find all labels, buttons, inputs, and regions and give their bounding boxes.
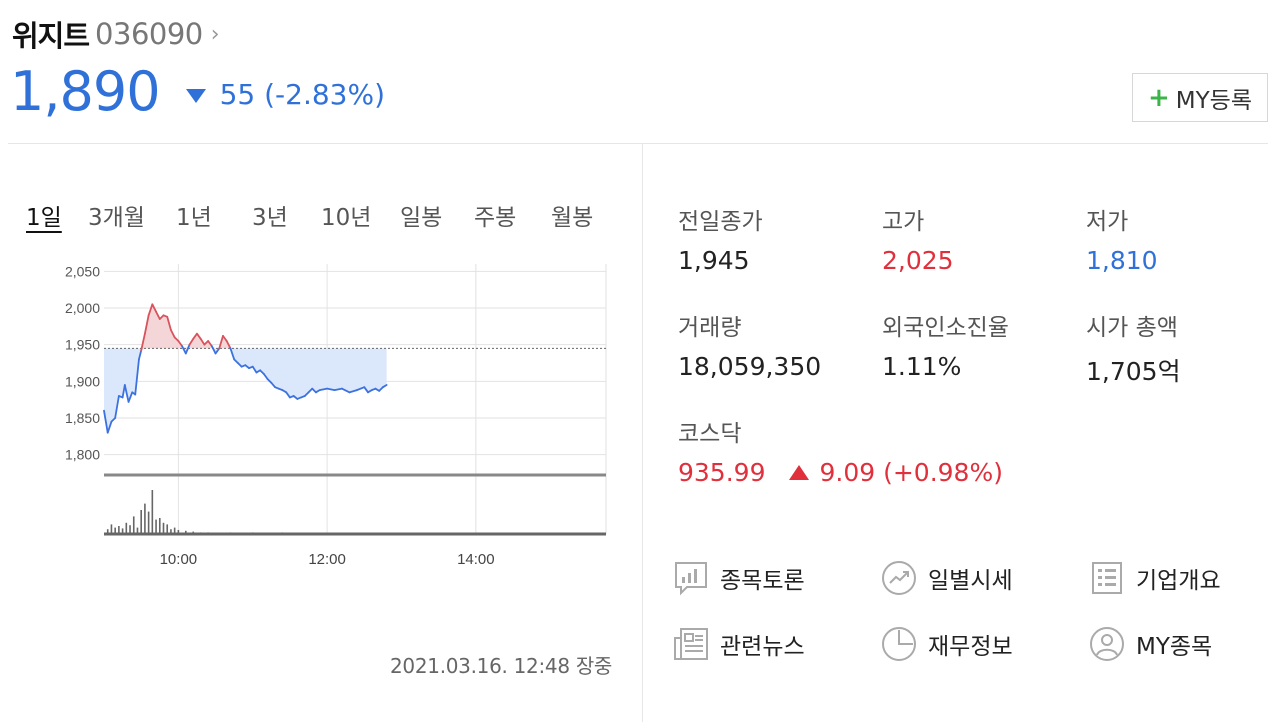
divider [642, 144, 643, 722]
stat-label: 시가 총액 [1086, 315, 1178, 341]
x-tick-label: 14:00 [457, 551, 495, 568]
stat-foreign-rate: 외국인소진율 1.11% [882, 308, 1009, 381]
intraday-chart-svg: 2,050 2,000 1,950 1,900 1,850 1,800 10:00 12:00… [65, 263, 607, 568]
newspaper-icon [672, 625, 710, 663]
stat-low: 저가 1,810 [1086, 202, 1158, 275]
volume-bar [151, 490, 154, 534]
stock-code[interactable]: 036090 [95, 17, 203, 51]
stat-label: 거래량 [678, 315, 742, 341]
current-price: 1,890 [10, 59, 161, 123]
y-tick-label: 1,950 [65, 337, 100, 353]
discussion-chart-icon [672, 559, 710, 597]
up-triangle-icon [789, 465, 810, 480]
volume-bar [158, 518, 161, 534]
pie-chart-icon [880, 625, 918, 663]
chevron-right-icon[interactable]: › [211, 22, 220, 47]
stat-high: 고가 2,025 [882, 202, 954, 275]
y-tick-label: 2,000 [65, 300, 100, 316]
list-doc-icon [1088, 559, 1126, 597]
link-daily-price[interactable]: 일별시세 [880, 559, 1013, 597]
link-related-news[interactable]: 관련뉴스 [672, 625, 805, 663]
plus-icon: + [1147, 82, 1170, 113]
price-change: 55 (-2.83%) [219, 77, 386, 111]
link-label: 기업개요 [1136, 568, 1221, 594]
volume-bar [162, 522, 165, 534]
tab-3years[interactable]: 3년 [252, 198, 288, 232]
x-tick-label: 10:00 [160, 551, 198, 568]
stat-value: 18,059,350 [678, 352, 822, 381]
link-label: MY종목 [1136, 634, 1213, 660]
volume-bar [132, 516, 135, 534]
y-tick-label: 2,050 [65, 263, 100, 279]
my-register-label: MY등록 [1175, 87, 1252, 114]
stat-label[interactable]: 코스닥 [678, 414, 1003, 448]
volume-bar [155, 519, 157, 534]
stat-label: 외국인소진율 [882, 315, 1009, 341]
user-circle-icon [1088, 625, 1126, 663]
stat-label: 저가 [1086, 209, 1129, 235]
stat-label: 전일종가 [678, 209, 763, 235]
stat-value: 1,810 [1086, 246, 1158, 275]
stat-kosdaq: 코스닥 935.99 9.09 (+0.98%) [678, 414, 1003, 487]
link-company-info[interactable]: 기업개요 [1088, 559, 1221, 597]
stat-value: 2,025 [882, 246, 954, 275]
volume-bar [144, 503, 146, 534]
link-label: 종목토론 [720, 568, 805, 594]
chart-timestamp: 2021.03.16. 12:48 장중 [390, 654, 613, 678]
y-tick-label: 1,900 [65, 373, 100, 389]
link-financials[interactable]: 재무정보 [880, 625, 1013, 663]
trend-circle-icon [880, 559, 918, 597]
down-triangle-icon [185, 89, 206, 103]
link-my-stocks[interactable]: MY종목 [1088, 625, 1212, 663]
x-tick-label: 12:00 [308, 551, 346, 568]
stat-value: 1.11% [882, 352, 962, 381]
stat-market-cap: 시가 총액 1,705억 [1086, 308, 1181, 388]
tab-weekly-candle[interactable]: 주봉 [474, 198, 516, 232]
tab-1year[interactable]: 1년 [176, 198, 212, 232]
tab-daily-candle[interactable]: 일봉 [400, 198, 442, 232]
stat-value: 1,945 [678, 246, 750, 275]
volume-bar [125, 522, 128, 534]
volume-bar [140, 510, 142, 534]
kosdaq-value: 935.99 [678, 458, 766, 487]
stat-volume: 거래량 18,059,350 [678, 308, 821, 381]
kosdaq-change: 9.09 (+0.98%) [819, 458, 1003, 487]
link-discussion[interactable]: 종목토론 [672, 559, 805, 597]
link-label: 일별시세 [928, 568, 1013, 594]
volume-bar [147, 511, 150, 534]
period-tabs: 1일 3개월 1년 3년 10년 일봉 주봉 월봉 [26, 198, 626, 232]
intraday-chart[interactable]: 2,050 2,000 1,950 1,900 1,850 1,800 10:00 12:00… [46, 258, 616, 578]
stat-label: 고가 [882, 209, 925, 235]
link-label: 재무정보 [928, 634, 1013, 660]
y-tick-label: 1,850 [65, 410, 100, 426]
price-row: 1,890 55 (-2.83%) [10, 56, 385, 126]
tab-10years[interactable]: 10년 [321, 198, 371, 232]
stat-value: 1,705억 [1086, 357, 1181, 386]
stock-name[interactable]: 위지트 [12, 13, 90, 55]
tab-monthly-candle[interactable]: 월봉 [551, 198, 593, 232]
my-register-button[interactable]: + MY등록 [1132, 73, 1268, 122]
tab-3months[interactable]: 3개월 [88, 198, 145, 232]
kosdaq-row: 935.99 9.09 (+0.98%) [678, 458, 1003, 487]
y-tick-label: 1,800 [65, 447, 100, 463]
tab-1day[interactable]: 1일 [26, 198, 62, 232]
stock-header: 위지트 036090 › [12, 14, 220, 54]
divider [8, 143, 1268, 144]
link-label: 관련뉴스 [720, 634, 805, 660]
stat-prev-close: 전일종가 1,945 [678, 202, 763, 275]
